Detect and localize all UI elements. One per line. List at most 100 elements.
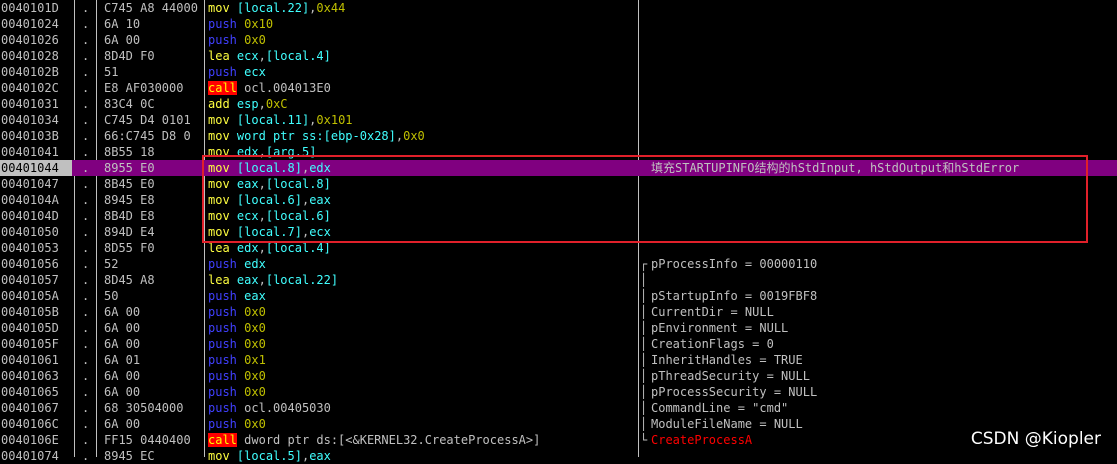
address-cell[interactable]: 0040102C (0, 80, 72, 96)
comment-cell[interactable] (651, 32, 1117, 48)
instruction-cell[interactable]: push 0x0 (208, 32, 636, 48)
comment-cell[interactable]: CreationFlags = 0 (651, 336, 1117, 352)
comment-cell[interactable]: pStartupInfo = 0019FBF8 (651, 288, 1117, 304)
instruction-cell[interactable]: push 0x0 (208, 304, 636, 320)
instruction-cell[interactable]: push 0x1 (208, 352, 636, 368)
address-cell[interactable]: 0040105B (0, 304, 72, 320)
address-cell[interactable]: 00401041 (0, 144, 72, 160)
address-cell[interactable]: 0040102B (0, 64, 72, 80)
disasm-row[interactable]: 0040102C. E8 AF030000 call ocl.004013E0 (0, 80, 1117, 96)
flow-marker: . (82, 17, 90, 31)
disasm-row[interactable]: 0040106C. 6A 00 push 0x0 │ ModuleFileName = … (0, 416, 1117, 432)
disasm-row[interactable]: 00401057. 8D45 A8 lea eax,[local.22] │ (0, 272, 1117, 288)
address-cell[interactable]: 00401067 (0, 400, 72, 416)
address-cell[interactable]: 00401065 (0, 384, 72, 400)
disasm-row[interactable]: 00401034. C745 D4 0101 mov [local.11],0x10… (0, 112, 1117, 128)
comment-cell[interactable] (651, 448, 1117, 464)
instruction-cell[interactable]: push 0x0 (208, 336, 636, 352)
instruction-cell[interactable]: push ecx (208, 64, 636, 80)
comment-cell[interactable]: InheritHandles = TRUE (651, 352, 1117, 368)
comment-cell[interactable]: pProcessSecurity = NULL (651, 384, 1117, 400)
instruction-cell[interactable]: push 0x0 (208, 320, 636, 336)
disasm-row[interactable]: 0040105F. 6A 00 push 0x0 │ CreationFlags = 0 (0, 336, 1117, 352)
address-cell[interactable]: 0040105F (0, 336, 72, 352)
address-cell[interactable]: 00401034 (0, 112, 72, 128)
disasm-row[interactable]: 00401074. 8945 EC mov [local.5],eax (0, 448, 1117, 464)
comment-cell[interactable]: pEnvironment = NULL (651, 320, 1117, 336)
instruction-cell[interactable]: push 0x0 (208, 384, 636, 400)
disasm-row[interactable]: 00401065. 6A 00 push 0x0 │ pProcessSecurity … (0, 384, 1117, 400)
instruction-cell[interactable]: mov [local.5],eax (208, 448, 636, 464)
disasm-row[interactable]: 0040102B. 51 push ecx (0, 64, 1117, 80)
disasm-row[interactable]: 0040105D. 6A 00 push 0x0 │ pEnvironment = NU… (0, 320, 1117, 336)
address-cell[interactable]: 0040104D (0, 208, 72, 224)
comment-cell[interactable] (651, 48, 1117, 64)
comment-cell[interactable] (651, 112, 1117, 128)
address-cell[interactable]: 0040106E (0, 432, 72, 448)
disasm-row[interactable]: 00401063. 6A 00 push 0x0 │ pThreadSecurity =… (0, 368, 1117, 384)
address-cell[interactable]: 00401057 (0, 272, 72, 288)
address-cell[interactable]: 00401044 (0, 160, 72, 176)
flow-marker: . (82, 401, 90, 415)
comment-cell[interactable] (651, 80, 1117, 96)
comment-cell[interactable]: CurrentDir = NULL (651, 304, 1117, 320)
instruction-cell[interactable]: lea eax,[local.22] (208, 272, 636, 288)
address-cell[interactable]: 00401031 (0, 96, 72, 112)
address-cell[interactable]: 0040105A (0, 288, 72, 304)
address-cell[interactable]: 00401074 (0, 448, 72, 464)
instruction-cell[interactable]: push 0x10 (208, 16, 636, 32)
comment-cell[interactable]: pThreadSecurity = NULL (651, 368, 1117, 384)
comment-cell[interactable] (651, 64, 1117, 80)
comment-cell[interactable] (651, 128, 1117, 144)
instruction-cell[interactable]: call ocl.004013E0 (208, 80, 636, 96)
address-cell[interactable]: 00401024 (0, 16, 72, 32)
instruction-cell[interactable]: push ocl.00405030 (208, 400, 636, 416)
disasm-row[interactable]: 0040106E. FF15 0440400 call dword ptr ds:[… (0, 432, 1117, 448)
operand: 0x0 (244, 385, 266, 399)
hex-bytes-cell: 68 30504000 (104, 401, 184, 415)
instruction-cell[interactable]: mov [local.11],0x101 (208, 112, 636, 128)
disasm-row[interactable]: 0040105A. 50 push eax │ pStartupInfo = 0019F… (0, 288, 1117, 304)
disasm-row[interactable]: 00401056. 52 push edx ┌ pProcessInfo = 00000… (0, 256, 1117, 272)
instruction-cell[interactable]: mov [local.22],0x44 (208, 0, 636, 16)
instruction-cell[interactable]: add esp,0xC (208, 96, 636, 112)
address-cell[interactable]: 00401063 (0, 368, 72, 384)
comment-cell[interactable]: CommandLine = "cmd" (651, 400, 1117, 416)
disasm-row[interactable]: 00401061. 6A 01 push 0x1 │ InheritHandles = … (0, 352, 1117, 368)
disasm-row[interactable]: 00401024. 6A 10 push 0x10 (0, 16, 1117, 32)
operand: 0x0 (244, 33, 266, 47)
comment-cell[interactable] (651, 272, 1117, 288)
address-cell[interactable]: 0040106C (0, 416, 72, 432)
instruction-cell[interactable]: push 0x0 (208, 368, 636, 384)
address-cell[interactable]: 00401047 (0, 176, 72, 192)
address-cell[interactable]: 00401061 (0, 352, 72, 368)
call-args-bracket: │ (640, 337, 648, 351)
disasm-row[interactable]: 00401026. 6A 00 push 0x0 (0, 32, 1117, 48)
instruction-cell[interactable]: mov word ptr ss:[ebp-0x28],0x0 (208, 128, 636, 144)
disasm-row[interactable]: 0040101D. C745 A8 44000 mov [local.22],0x4… (0, 0, 1117, 16)
address-cell[interactable]: 0040103B (0, 128, 72, 144)
instruction-cell[interactable]: push edx (208, 256, 636, 272)
disasm-row[interactable]: 0040103B. 66:C745 D8 0 mov word ptr ss:[eb… (0, 128, 1117, 144)
disasm-row[interactable]: 00401067. 68 30504000 push ocl.00405030 │ Co… (0, 400, 1117, 416)
comment-cell[interactable] (651, 0, 1117, 16)
address-cell[interactable]: 00401050 (0, 224, 72, 240)
disasm-row[interactable]: 00401031. 83C4 0C add esp,0xC (0, 96, 1117, 112)
disasm-row[interactable]: 0040105B. 6A 00 push 0x0 │ CurrentDir = NULL (0, 304, 1117, 320)
address-cell[interactable]: 00401056 (0, 256, 72, 272)
instruction-cell[interactable]: call dword ptr ds:[<&KERNEL32.CreateProc… (208, 432, 636, 448)
address-cell[interactable]: 0040105D (0, 320, 72, 336)
address-cell[interactable]: 00401053 (0, 240, 72, 256)
comment-cell[interactable]: pProcessInfo = 00000110 (651, 256, 1117, 272)
comment-cell[interactable] (651, 96, 1117, 112)
disasm-row[interactable]: 00401028. 8D4D F0 lea ecx,[local.4] (0, 48, 1117, 64)
address-cell[interactable]: 0040104A (0, 192, 72, 208)
address-cell[interactable]: 0040101D (0, 0, 72, 16)
instruction-cell[interactable]: lea ecx,[local.4] (208, 48, 636, 64)
mnemonic: call (208, 81, 237, 95)
address-cell[interactable]: 00401028 (0, 48, 72, 64)
instruction-cell[interactable]: push 0x0 (208, 416, 636, 432)
instruction-cell[interactable]: push eax (208, 288, 636, 304)
comment-cell[interactable] (651, 16, 1117, 32)
address-cell[interactable]: 00401026 (0, 32, 72, 48)
